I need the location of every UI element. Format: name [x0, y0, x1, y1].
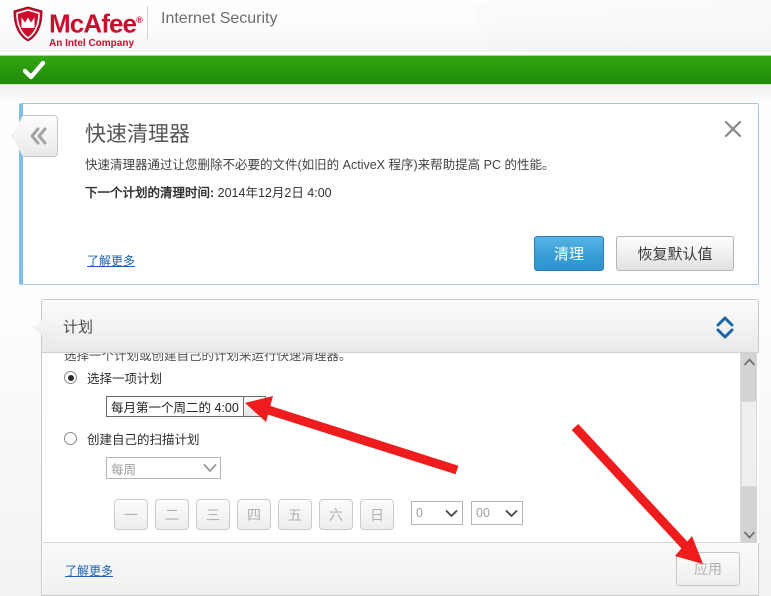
- radio-custom-label: 创建自己的扫描计划: [87, 433, 200, 447]
- schedule-custom-radio-row[interactable]: 创建自己的扫描计划: [64, 429, 200, 448]
- close-icon[interactable]: [722, 118, 744, 140]
- scroll-down-button[interactable]: [741, 526, 757, 543]
- page-description: 快速清理器通过让您删除不必要的文件(如旧的 ActiveX 程序)来帮助提高 P…: [85, 158, 555, 172]
- brand-header: McAfee® An Intel Company Internet Securi…: [0, 0, 771, 52]
- clean-button[interactable]: 清理: [534, 236, 604, 271]
- schedule-preset-dropdown[interactable]: 每月第一个周二的 4:00: [106, 396, 266, 417]
- day-button-wed[interactable]: 三: [196, 499, 230, 530]
- schedule-preset-dropdown-value: 每月第一个周二的 4:00: [111, 401, 239, 415]
- chevron-up-icon: [743, 358, 755, 365]
- radio-preset-label: 选择一项计划: [87, 372, 163, 386]
- next-schedule-value: 2014年12月2日 4:00: [217, 186, 332, 200]
- learn-more-link-bottom[interactable]: 了解更多: [65, 562, 113, 579]
- scrollbar-thumb[interactable]: [741, 401, 757, 487]
- radio-custom[interactable]: [64, 432, 77, 445]
- radio-preset[interactable]: [64, 371, 77, 384]
- schedule-intro-text: 选择一个计划或创建自己的计划来运行快速清理器。: [64, 353, 352, 363]
- check-icon: [23, 61, 45, 80]
- day-button-sun[interactable]: 日: [360, 499, 394, 530]
- day-button-sat[interactable]: 六: [319, 499, 353, 530]
- day-button-tue[interactable]: 二: [155, 499, 189, 530]
- schedule-preset-radio-row[interactable]: 选择一项计划: [64, 368, 162, 387]
- brand-trademark: ®: [136, 15, 143, 25]
- strip-shadow: [0, 85, 771, 101]
- schedule-panel-footer: 了解更多 应用: [43, 542, 757, 595]
- learn-more-link-top[interactable]: 了解更多: [87, 252, 135, 269]
- chevron-double-left-icon: [30, 127, 47, 145]
- schedule-hour-value: 0: [416, 506, 423, 520]
- schedule-frequency-dropdown[interactable]: 每周: [106, 457, 221, 479]
- apply-button[interactable]: 应用: [676, 552, 740, 586]
- schedule-frequency-value: 每周: [111, 462, 137, 477]
- chevron-down-icon: [243, 397, 265, 416]
- chevron-down-icon: [441, 502, 462, 524]
- schedule-minute-value: 00: [476, 506, 490, 520]
- day-button-thu[interactable]: 四: [237, 499, 271, 530]
- schedule-panel: 计划 选择一个计划或创建自己的计划来运行快速清理器。 选择一项计划 每月第一个周…: [41, 299, 759, 596]
- chevron-down-icon: [501, 502, 522, 524]
- schedule-panel-title: 计划: [63, 319, 94, 336]
- product-name: Internet Security: [161, 10, 278, 27]
- schedule-scrollbar[interactable]: [740, 353, 757, 543]
- schedule-hour-dropdown[interactable]: 0: [411, 501, 463, 525]
- quick-clean-card: 快速清理器 快速清理器通过让您删除不必要的文件(如旧的 ActiveX 程序)来…: [12, 103, 759, 285]
- back-button[interactable]: [12, 115, 58, 157]
- status-strip: [0, 55, 771, 85]
- scroll-up-button[interactable]: [741, 353, 757, 370]
- brand-divider: [147, 6, 148, 39]
- schedule-panel-header[interactable]: 计划: [42, 300, 758, 353]
- day-button-fri[interactable]: 五: [278, 499, 312, 530]
- mcafee-shield-icon: [12, 6, 44, 42]
- chevron-up-down-icon[interactable]: [712, 313, 738, 341]
- schedule-scroll-area: 选择一个计划或创建自己的计划来运行快速清理器。 选择一项计划 每月第一个周二的 …: [43, 353, 759, 543]
- chevron-down-icon: [743, 531, 755, 538]
- brand-tagline: An Intel Company: [49, 37, 135, 49]
- mcafee-quick-clean-window: McAfee® An Intel Company Internet Securi…: [0, 0, 771, 596]
- page-title: 快速清理器: [85, 123, 190, 146]
- brand-name: McAfee®: [49, 8, 143, 39]
- schedule-minute-dropdown[interactable]: 00: [471, 501, 523, 525]
- day-button-mon[interactable]: 一: [114, 499, 148, 530]
- restore-defaults-button[interactable]: 恢复默认值: [616, 236, 734, 271]
- next-schedule-label: 下一个计划的清理时间:: [85, 186, 215, 200]
- next-schedule-line: 下一个计划的清理时间: 2014年12月2日 4:00: [85, 182, 332, 201]
- mcafee-logo: McAfee® An Intel Company: [12, 6, 143, 50]
- chevron-down-icon: [199, 458, 220, 478]
